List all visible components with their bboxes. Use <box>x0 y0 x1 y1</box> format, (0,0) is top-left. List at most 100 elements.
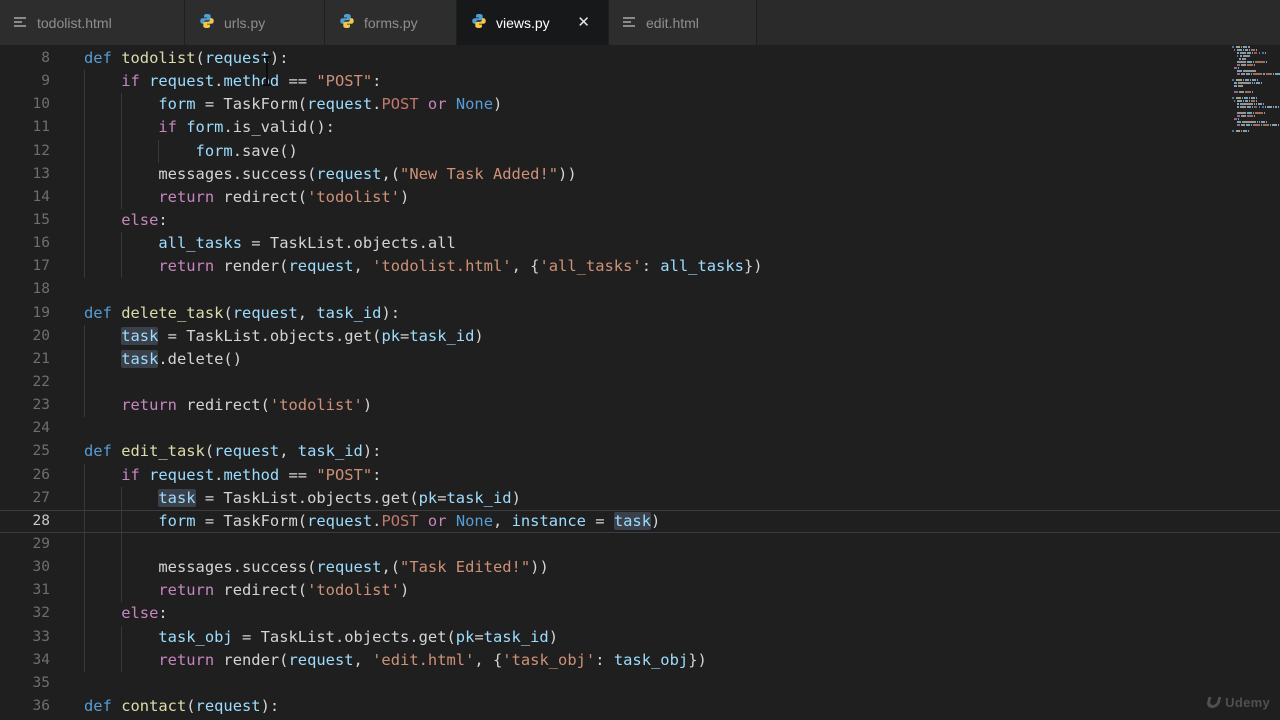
code-line[interactable]: 24 <box>0 417 1280 440</box>
line-number[interactable]: 9 <box>0 70 50 93</box>
line-number[interactable]: 29 <box>0 533 50 556</box>
code-text: task = TaskList.objects.get(pk=task_id) <box>121 326 484 345</box>
code-text: else: <box>121 604 168 623</box>
line-number[interactable]: 36 <box>0 695 50 718</box>
code-line[interactable]: 10 form = TaskForm(request.POST or None) <box>0 93 1280 117</box>
tab-label: urls.py <box>224 14 266 31</box>
line-number[interactable]: 15 <box>0 209 50 232</box>
line-number[interactable]: 18 <box>0 278 50 301</box>
code-line[interactable]: 12 form.save() <box>0 139 1280 163</box>
code-text: return redirect('todolist') <box>158 581 410 600</box>
python-icon <box>199 13 215 32</box>
tab-views-py[interactable]: views.py ✕ <box>457 0 609 45</box>
line-number[interactable]: 21 <box>0 348 50 371</box>
code-editor[interactable]: 8 def todolist(request): 9 if request.meth… <box>0 45 1280 720</box>
line-number[interactable]: 12 <box>0 140 50 163</box>
line-number[interactable]: 19 <box>0 302 50 325</box>
line-number[interactable]: 10 <box>0 93 50 116</box>
code-text: form = TaskForm(request.POST or None) <box>158 95 503 114</box>
tab-forms-py[interactable]: forms.py <box>325 0 457 45</box>
code-line[interactable]: 29 <box>0 532 1280 557</box>
line-number[interactable]: 8 <box>0 47 50 70</box>
tab-urls-py[interactable]: urls.py <box>185 0 325 45</box>
line-number[interactable]: 16 <box>0 232 50 255</box>
code-text: messages.success(request,("New Task Adde… <box>158 164 577 183</box>
tab-label: views.py <box>496 14 550 31</box>
line-number[interactable]: 23 <box>0 394 50 417</box>
html-file-icon <box>623 15 637 31</box>
tab-label: forms.py <box>364 14 418 31</box>
code-text: def edit_task(request, task_id): <box>84 442 382 461</box>
code-text: else: <box>121 210 168 229</box>
code-text: def todolist(request): <box>84 49 289 67</box>
code-text: return render(request, 'edit.html', {'ta… <box>158 650 707 669</box>
code-text: def delete_task(request, task_id): <box>84 303 401 322</box>
tab-edit-html[interactable]: edit.html <box>609 0 757 45</box>
code-line[interactable]: 14 return redirect('todolist') <box>0 185 1280 209</box>
code-line[interactable]: 35 <box>0 672 1280 695</box>
line-number[interactable]: 24 <box>0 417 50 440</box>
code-line[interactable]: 17 return render(request, 'todolist.html… <box>0 255 1280 279</box>
code-text: if form.is_valid(): <box>158 118 335 137</box>
line-number[interactable]: 22 <box>0 371 50 394</box>
code-line[interactable]: 21 task.delete() <box>0 347 1280 371</box>
line-number[interactable]: 28 <box>0 510 50 533</box>
line-number[interactable]: 33 <box>0 626 50 649</box>
line-number[interactable]: 30 <box>0 556 50 579</box>
code-text: return redirect('todolist') <box>121 396 373 415</box>
code-line[interactable]: 31 return redirect('todolist') <box>0 579 1280 603</box>
line-number[interactable]: 32 <box>0 602 50 625</box>
code-line[interactable]: 11 if form.is_valid(): <box>0 116 1280 140</box>
code-line[interactable]: 30 messages.success(request,("Task Edite… <box>0 556 1280 580</box>
line-number[interactable]: 35 <box>0 672 50 695</box>
code-line[interactable]: 8 def todolist(request): <box>0 47 1280 70</box>
line-number[interactable]: 34 <box>0 649 50 672</box>
code-line[interactable]: 19 def delete_task(request, task_id): <box>0 302 1280 325</box>
code-line[interactable]: 28 form = TaskForm(request.POST or None,… <box>0 509 1280 533</box>
code-line[interactable]: 15 else: <box>0 208 1280 233</box>
html-file-icon <box>14 15 28 31</box>
line-number[interactable]: 31 <box>0 579 50 602</box>
code-line[interactable]: 25 def edit_task(request, task_id): <box>0 440 1280 463</box>
code-text: task_obj = TaskList.objects.get(pk=task_… <box>158 627 559 646</box>
indent-guide <box>84 532 85 557</box>
code-text: if request.method == "POST": <box>121 465 382 484</box>
line-number[interactable]: 13 <box>0 163 50 186</box>
minimap[interactable] <box>1232 46 1280 133</box>
text-cursor <box>262 56 272 86</box>
code-line[interactable]: 27 task = TaskList.objects.get(pk=task_i… <box>0 486 1280 510</box>
code-line[interactable]: 9 if request.method == "POST": <box>0 70 1280 94</box>
code-line[interactable]: 33 task_obj = TaskList.objects.get(pk=ta… <box>0 625 1280 649</box>
code-line[interactable]: 26 if request.method == "POST": <box>0 463 1280 487</box>
line-number[interactable]: 17 <box>0 255 50 278</box>
code-line[interactable]: 36 def contact(request): <box>0 695 1280 718</box>
indent-guide <box>121 532 123 557</box>
line-number[interactable]: 26 <box>0 464 50 487</box>
tab-label: todolist.html <box>37 14 112 31</box>
code-line[interactable]: 20 task = TaskList.objects.get(pk=task_i… <box>0 324 1280 348</box>
code-line[interactable]: 23 return redirect('todolist') <box>0 394 1280 418</box>
line-number[interactable]: 25 <box>0 440 50 463</box>
line-number[interactable]: 14 <box>0 186 50 209</box>
code-line[interactable]: 13 messages.success(request,("New Task A… <box>0 162 1280 186</box>
code-text: def contact(request): <box>84 696 280 715</box>
line-number[interactable]: 11 <box>0 116 50 139</box>
code-text: task.delete() <box>121 349 243 368</box>
line-number[interactable]: 20 <box>0 325 50 348</box>
line-number[interactable]: 27 <box>0 487 50 510</box>
close-icon[interactable]: ✕ <box>573 13 594 32</box>
code-text: task = TaskList.objects.get(pk=task_id) <box>158 488 521 507</box>
code-line[interactable]: 32 else: <box>0 602 1280 626</box>
editor-tab-bar: todolist.html urls.py forms.py views.py <box>0 0 1280 45</box>
tab-label: edit.html <box>646 14 699 31</box>
code-line[interactable]: 16 all_tasks = TaskList.objects.all <box>0 232 1280 256</box>
tab-todolist-html[interactable]: todolist.html <box>0 0 185 45</box>
code-text: form.save() <box>195 141 298 160</box>
code-line[interactable]: 18 <box>0 278 1280 301</box>
code-line[interactable]: 22 <box>0 370 1280 395</box>
code-text: return render(request, 'todolist.html', … <box>158 257 763 276</box>
code-line[interactable]: 34 return render(request, 'edit.html', {… <box>0 648 1280 672</box>
